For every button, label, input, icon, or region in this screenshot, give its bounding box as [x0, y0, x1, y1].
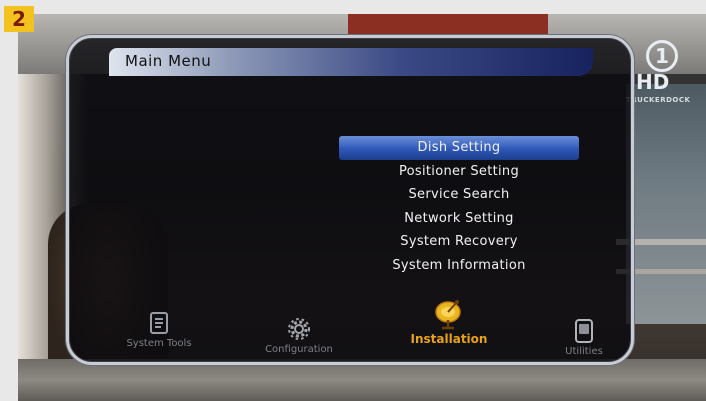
clipboard-icon — [150, 312, 168, 334]
menu-item-network-setting[interactable]: Network Setting — [339, 207, 579, 231]
satellite-dish-icon — [435, 300, 461, 330]
gear-icon — [288, 318, 310, 340]
channel-logo: 1 HD TRUCKERDOCK — [626, 40, 696, 110]
channel-caption: TRUCKERDOCK — [626, 96, 691, 104]
background-deck — [18, 359, 706, 401]
page-border-top — [0, 0, 706, 14]
tab-label: Configuration — [265, 344, 333, 355]
tab-configuration[interactable]: Configuration — [249, 316, 349, 355]
tab-label: Installation — [410, 332, 488, 346]
tab-label: System Tools — [126, 338, 192, 349]
menu-list: Dish Setting Positioner Setting Service … — [339, 136, 579, 277]
tab-system-tools[interactable]: System Tools — [109, 310, 209, 349]
menu-title-bar: Main Menu — [109, 48, 593, 76]
page-border-left — [0, 0, 18, 401]
background-harbor — [626, 84, 706, 324]
menu-item-positioner-setting[interactable]: Positioner Setting — [339, 160, 579, 184]
channel-hd-label: HD — [636, 70, 670, 94]
menu-item-service-search[interactable]: Service Search — [339, 183, 579, 207]
tab-installation[interactable]: Installation — [389, 298, 509, 346]
menu-item-system-recovery[interactable]: System Recovery — [339, 230, 579, 254]
device-icon — [575, 319, 593, 343]
menu-item-system-information[interactable]: System Information — [339, 254, 579, 278]
tab-label: Utilities — [565, 346, 603, 357]
main-menu-window: Main Menu Dish Setting Positioner Settin… — [66, 35, 634, 365]
channel-number: 1 — [646, 40, 678, 72]
menu-title: Main Menu — [125, 52, 212, 70]
tab-utilities[interactable]: Utilities — [539, 318, 629, 357]
menu-item-dish-setting[interactable]: Dish Setting — [339, 136, 579, 160]
figure-number-badge: 2 — [4, 6, 34, 32]
